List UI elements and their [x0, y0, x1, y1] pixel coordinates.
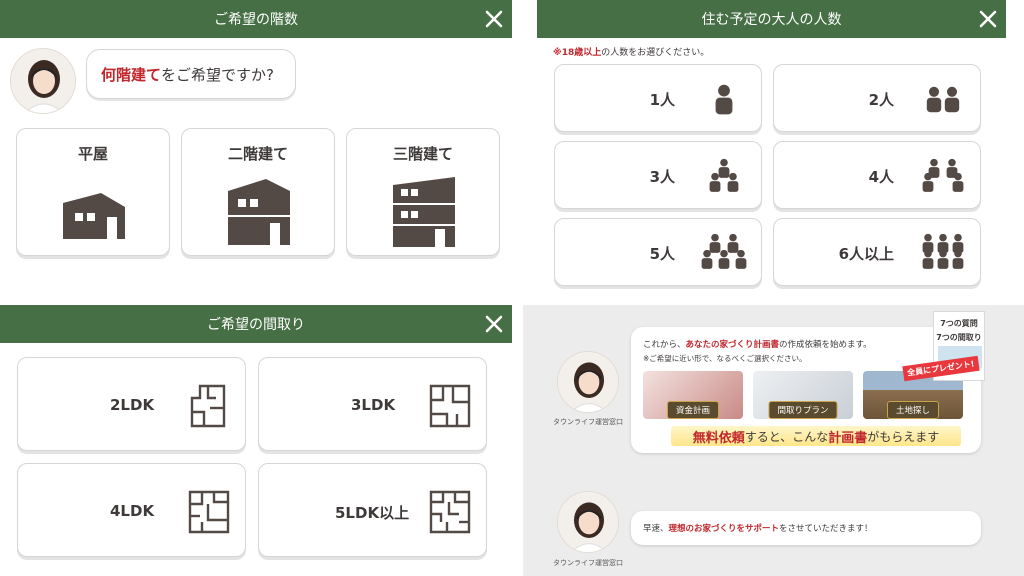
- layout-option-3ldk[interactable]: 3LDK: [258, 357, 487, 451]
- floor-option-label: 平屋: [77, 145, 108, 163]
- question-highlight: 何階建て: [101, 66, 162, 84]
- adult-option-label: 3人: [649, 168, 675, 186]
- agent-avatar: [557, 351, 619, 413]
- support-message: 早速、理想のお家づくりをサポートをさせていただきます！: [643, 522, 873, 534]
- close-icon: [979, 10, 997, 28]
- plan-message-note: ※ご希望に近い形で、なるべくご選択ください。: [643, 354, 807, 363]
- people-6-icon: [922, 233, 964, 269]
- banner-mid: すると、こんな: [744, 429, 829, 444]
- floor-option-two-story[interactable]: 二階建て: [181, 128, 335, 256]
- adult-option-label: 4人: [868, 168, 894, 186]
- operator-avatar: [10, 48, 76, 114]
- chat-panel: タウンライフ運営窓口 これから、あなたの家づくり計画書の作成依頼を始めます。 ※…: [523, 305, 1024, 576]
- people-4-icon: [922, 158, 964, 192]
- photo-tag: 土地探し: [886, 401, 940, 419]
- floorplan-4ldk-icon: [188, 490, 230, 534]
- agent-avatar: [557, 491, 619, 553]
- close-icon: [485, 10, 503, 28]
- floors-title: ご希望の階数: [214, 12, 298, 28]
- floor-option-label: 三階建て: [392, 145, 453, 163]
- adult-option-label: 1人: [649, 91, 675, 109]
- booklet-line1: 7つの質問: [940, 319, 978, 328]
- two-story-house-icon: [228, 179, 290, 245]
- operator-photo-icon: [11, 49, 75, 113]
- floorplan-3ldk-icon: [429, 384, 471, 428]
- layout-option-label: 4LDK: [110, 502, 155, 520]
- booklet-line2: 7つの間取り: [936, 333, 982, 342]
- layout-option-5ldk-plus[interactable]: 5LDK以上: [258, 463, 487, 557]
- layout-option-4ldk[interactable]: 4LDK: [17, 463, 246, 557]
- banner-highlight-plan: 計画書: [828, 430, 868, 446]
- plan-message-highlight: あなたの家づくり計画書: [685, 340, 780, 350]
- layout-option-2ldk[interactable]: 2LDK: [17, 357, 246, 451]
- adults-panel: 住む予定の大人の人数 ※18歳以上の人数をお選びください。 1人 2人 3人 4人 5人…: [537, 0, 1006, 290]
- support-message-highlight: 理想のお家づくりをサポート: [668, 524, 780, 534]
- free-request-banner: 無料依頼 すると、こんな 計画書 がもらえます: [671, 426, 961, 446]
- photo-tag: 資金計画: [666, 401, 720, 419]
- agent-caption: タウンライフ運営窓口: [553, 559, 623, 567]
- agent-caption: タウンライフ運営窓口: [553, 418, 623, 426]
- operator-photo-icon: [558, 352, 618, 412]
- photo-tag: 間取りプラン: [768, 401, 838, 419]
- age-note: ※18歳以上の人数をお選びください。: [553, 45, 709, 58]
- adults-title: 住む予定の大人の人数: [701, 12, 842, 28]
- question-bubble: 何階建てをご希望ですか?: [86, 49, 296, 99]
- adult-option-6[interactable]: 6人以上: [773, 218, 981, 286]
- floorplan-5ldk-icon: [429, 490, 471, 534]
- plan-message: これから、あなたの家づくり計画書の作成依頼を始めます。: [643, 338, 872, 350]
- adult-option-3[interactable]: 3人: [554, 141, 762, 209]
- close-button[interactable]: [476, 305, 512, 343]
- adult-option-5[interactable]: 5人: [554, 218, 762, 286]
- close-icon: [485, 315, 503, 333]
- adult-option-4[interactable]: 4人: [773, 141, 981, 209]
- plan-message-post: の作成依頼を始めます。: [779, 340, 872, 350]
- chat-bubble-support: 早速、理想のお家づくりをサポートをさせていただきます！: [631, 511, 981, 545]
- floor-option-label: 二階建て: [227, 145, 288, 163]
- floors-panel: ご希望の階数 何階建てをご希望ですか? 平屋 二階建て 三階建て: [0, 0, 512, 270]
- floor-option-three-story[interactable]: 三階建て: [346, 128, 500, 256]
- layout-option-label: 3LDK: [351, 396, 396, 414]
- one-story-house-icon: [63, 193, 125, 239]
- layout-title: ご希望の間取り: [207, 317, 305, 333]
- people-1-icon: [715, 84, 733, 115]
- people-2-icon: [926, 86, 960, 113]
- layout-option-label: 5LDK以上: [335, 504, 410, 522]
- layout-header: ご希望の間取り: [0, 305, 512, 343]
- people-3-icon: [709, 158, 739, 192]
- adult-option-2[interactable]: 2人: [773, 64, 981, 132]
- age-note-highlight: ※18歳以上: [553, 48, 602, 58]
- support-message-post: をさせていただきます！: [779, 524, 873, 534]
- plan-message-pre: これから、: [643, 340, 686, 350]
- people-5-icon: [701, 233, 747, 269]
- photo-floorplan: 間取りプラン: [753, 371, 853, 419]
- close-button[interactable]: [476, 0, 512, 38]
- floor-option-one-story[interactable]: 平屋: [16, 128, 170, 256]
- adult-option-label: 5人: [649, 245, 675, 263]
- banner-end: がもらえます: [867, 429, 940, 444]
- question-rest: をご希望ですか?: [161, 66, 274, 84]
- adult-option-label: 2人: [868, 91, 894, 109]
- three-story-house-icon: [393, 177, 455, 247]
- photo-funding: 資金計画: [643, 371, 743, 419]
- close-button[interactable]: [970, 0, 1006, 38]
- question-text: 何階建てをご希望ですか?: [101, 64, 274, 85]
- adults-header: 住む予定の大人の人数: [537, 0, 1006, 38]
- layout-option-label: 2LDK: [110, 396, 155, 414]
- adult-option-label: 6人以上: [838, 245, 894, 263]
- floors-header: ご希望の階数: [0, 0, 512, 38]
- banner-highlight-free: 無料依頼: [692, 430, 745, 446]
- floorplan-2ldk-icon: [190, 384, 226, 428]
- support-message-pre: 早速、: [643, 524, 669, 534]
- adult-option-1[interactable]: 1人: [554, 64, 762, 132]
- age-note-rest: の人数をお選びください。: [601, 48, 710, 58]
- layout-panel: ご希望の間取り 2LDK 3LDK 4LDK 5LDK以上: [0, 305, 512, 576]
- operator-photo-icon: [558, 492, 618, 552]
